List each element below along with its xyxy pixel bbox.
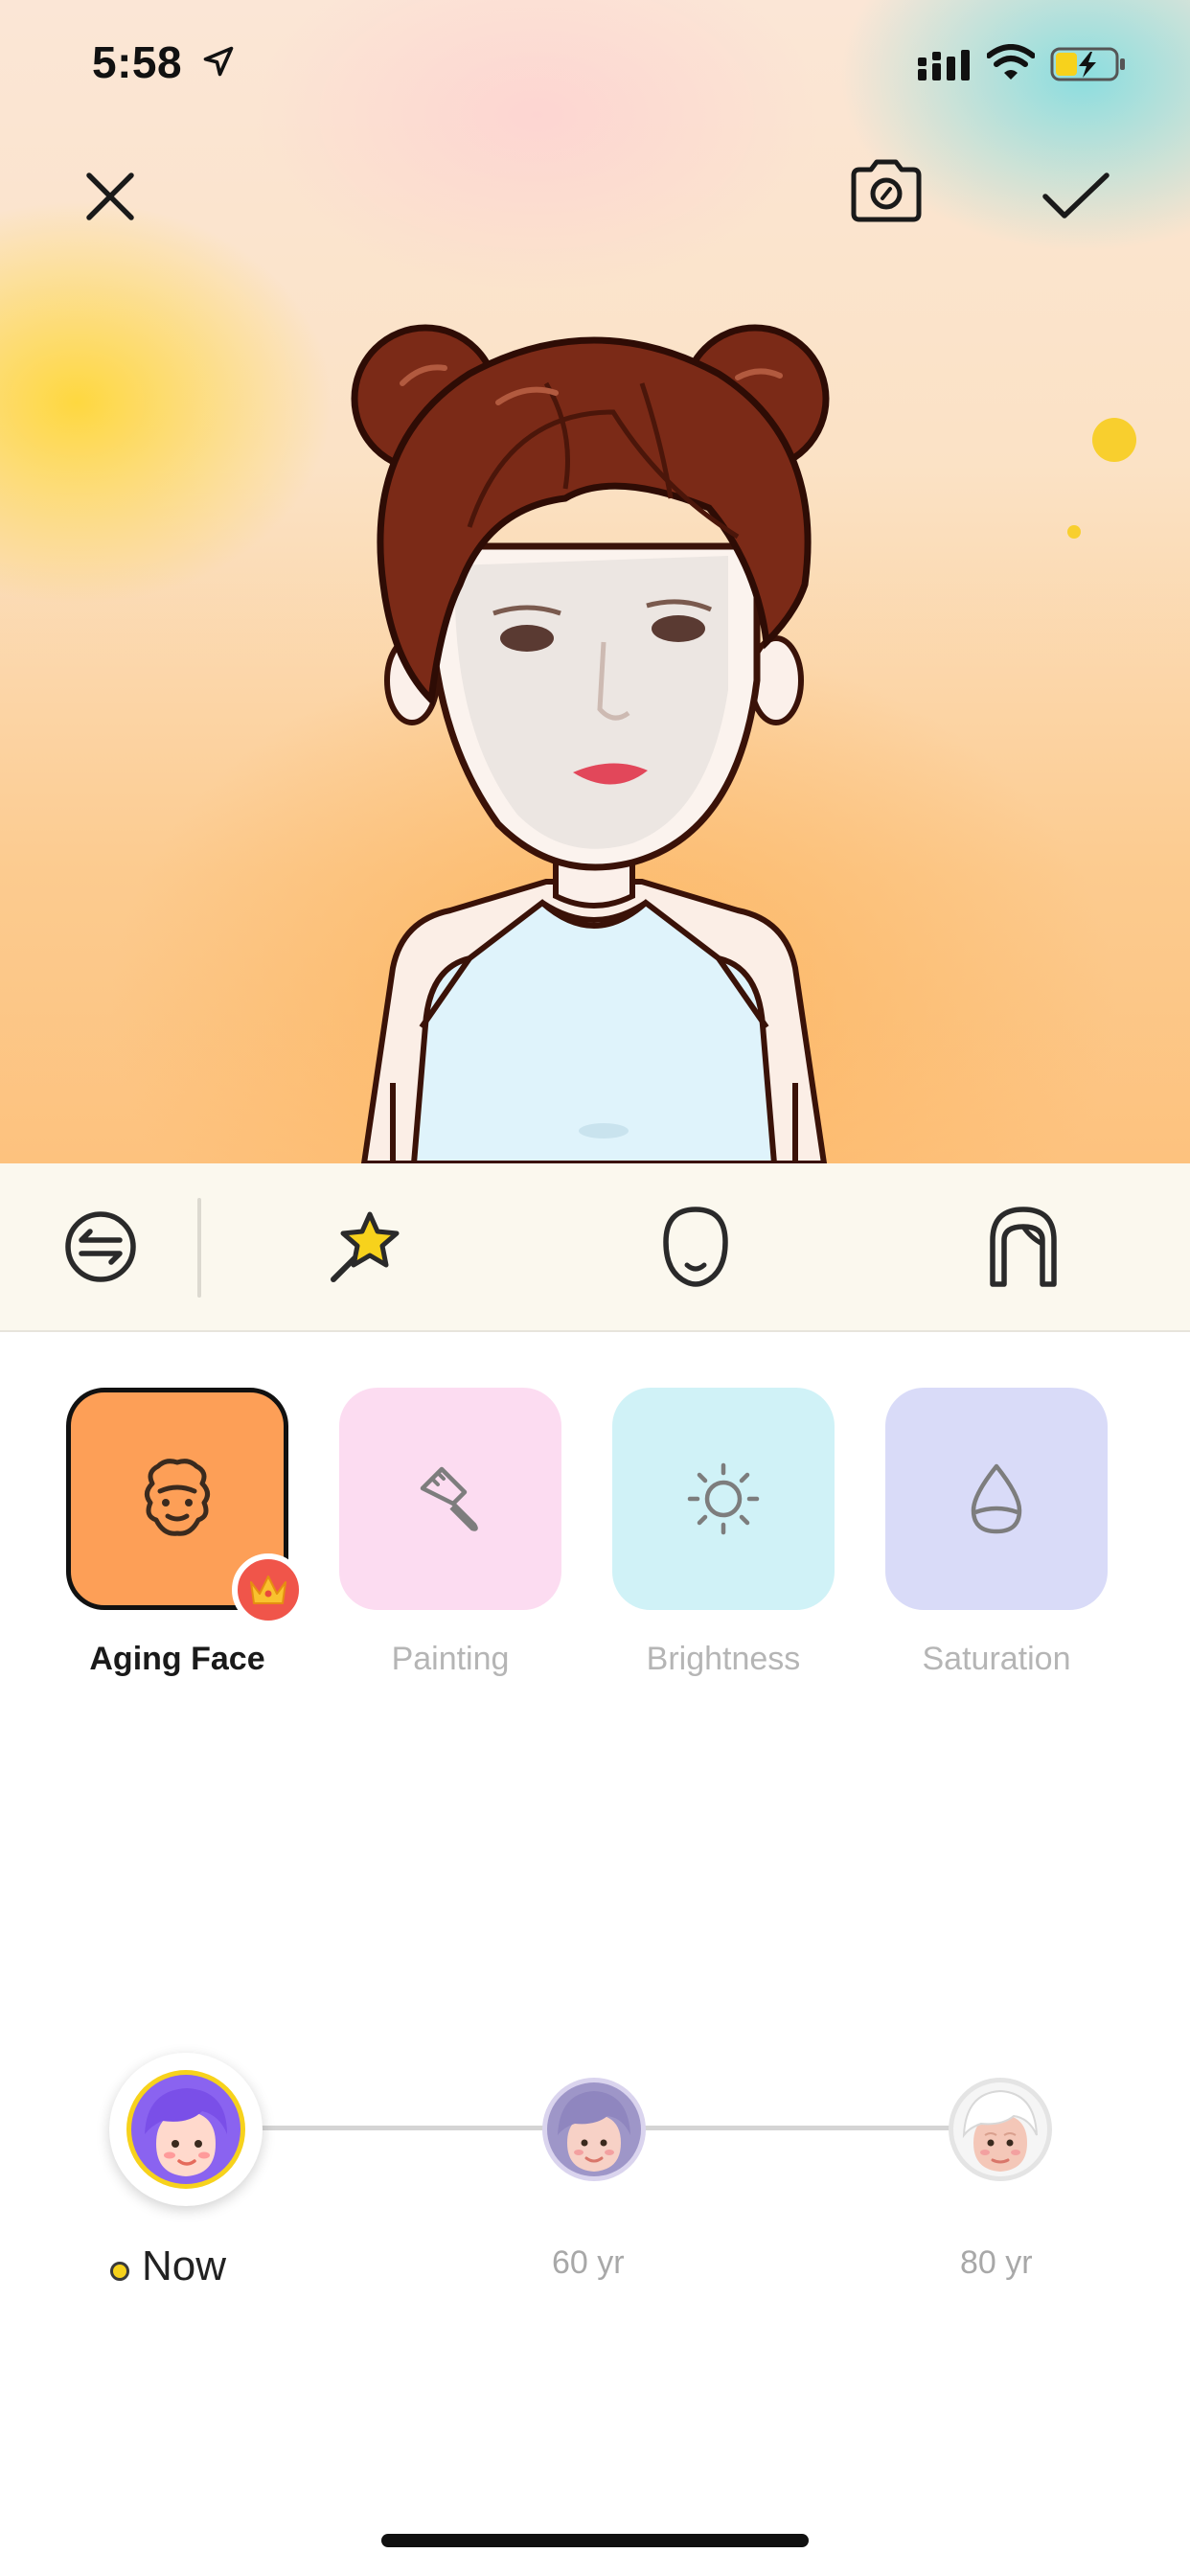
aging-face-icon <box>145 1459 210 1536</box>
face-shape-icon <box>663 1207 728 1287</box>
effect-list: Aging Face Painting Brightness Saturatio… <box>0 1388 1190 1694</box>
confirm-button[interactable] <box>1033 153 1119 240</box>
edit-toolbar <box>0 1163 1190 1332</box>
effect-tile <box>339 1388 561 1610</box>
age-stop-ring <box>109 2053 263 2206</box>
swap-icon <box>65 1211 136 1282</box>
face-shape-button[interactable] <box>648 1199 744 1295</box>
elderly-face-avatar <box>949 2078 1052 2181</box>
camera-switch-icon <box>851 159 922 222</box>
effect-tile <box>885 1388 1108 1610</box>
age-label-80: 80 yr <box>960 2244 1033 2281</box>
age-stop-now[interactable] <box>109 2053 263 2206</box>
effect-painting[interactable]: Painting <box>339 1388 561 1678</box>
checkmark-icon <box>1042 172 1110 218</box>
effect-label: Aging Face <box>89 1641 265 1677</box>
avatar-canvas <box>0 0 1190 1163</box>
swap-button[interactable] <box>53 1199 149 1295</box>
drop-icon <box>971 1463 1022 1534</box>
battery-charging-icon <box>1050 47 1125 81</box>
young-face-avatar <box>126 2070 245 2189</box>
paint-brush-icon <box>420 1466 478 1531</box>
magic-wand-star-icon <box>331 1211 400 1282</box>
close-icon <box>86 172 134 220</box>
cellular-signal-icon <box>918 50 970 80</box>
hair-button[interactable] <box>975 1199 1071 1295</box>
effect-saturation[interactable]: Saturation <box>885 1388 1108 1678</box>
effect-label: Saturation <box>922 1641 1071 1677</box>
avatar-body <box>360 879 828 1163</box>
crown-icon <box>250 1576 286 1604</box>
sun-icon <box>687 1462 760 1535</box>
effect-label: Painting <box>391 1641 510 1677</box>
toolbar-divider <box>197 1198 201 1298</box>
age-slider[interactable]: Now 60 yr 80 yr <box>0 2041 1190 2290</box>
magic-tool-button[interactable] <box>318 1199 414 1295</box>
age-stop-60[interactable] <box>540 2076 648 2188</box>
effect-tile <box>66 1388 305 1626</box>
home-indicator[interactable] <box>381 2534 809 2547</box>
avatar-illustration <box>351 324 830 1163</box>
age-label-now: Now <box>142 2242 227 2289</box>
wifi-icon <box>987 44 1035 80</box>
photo-editor-screen: 5:58 Aging Face Painting Brightness Satu… <box>0 0 1190 2576</box>
status-time: 5:58 <box>92 37 183 87</box>
effect-aging-face[interactable]: Aging Face <box>66 1388 305 1678</box>
paint-splash <box>1067 525 1081 539</box>
status-bar: 5:58 <box>0 0 1190 125</box>
active-age-indicator <box>110 2262 129 2281</box>
location-arrow-icon <box>203 46 234 77</box>
paint-splash <box>1092 418 1136 462</box>
age-label-60: 60 yr <box>552 2244 625 2281</box>
age-stop-80[interactable] <box>947 2076 1054 2188</box>
camera-switch-button[interactable] <box>843 148 929 234</box>
close-button[interactable] <box>67 153 153 240</box>
middle-aged-face-avatar <box>542 2078 646 2181</box>
effect-tile <box>612 1388 835 1610</box>
effect-label: Brightness <box>646 1641 801 1677</box>
effect-brightness[interactable]: Brightness <box>612 1388 835 1678</box>
premium-badge <box>232 1553 305 1626</box>
hair-icon <box>990 1207 1057 1287</box>
